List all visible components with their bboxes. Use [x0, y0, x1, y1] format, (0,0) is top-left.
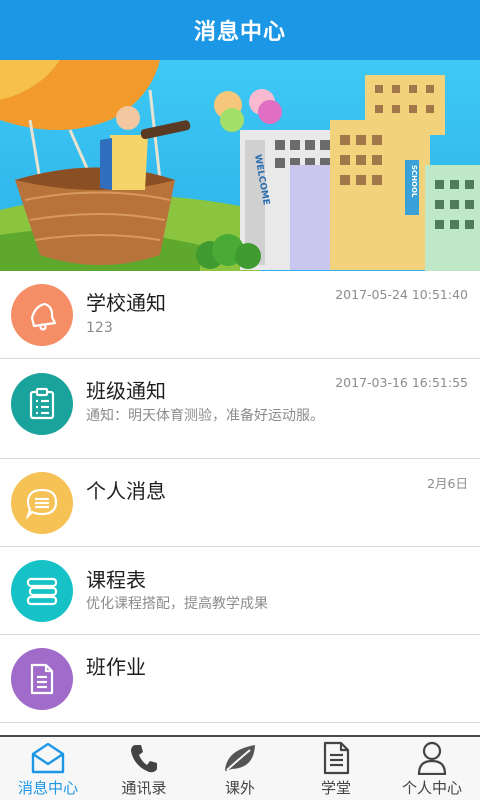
list-item-school-notice[interactable]: 学校通知 123 2017-05-24 10:51:40: [0, 271, 480, 359]
leaf-icon: [222, 741, 258, 775]
list-item-timetable[interactable]: 课程表 优化课程搭配，提高教学成果: [0, 547, 480, 635]
list-item-time: 2017-03-16 16:51:55: [335, 375, 468, 390]
school-sign: SCHOOL: [410, 165, 418, 198]
top-bar: 消息中心: [0, 0, 480, 60]
bell-icon: [11, 284, 73, 346]
bottom-tab-bar: 消息中心 通讯录 课外 学堂 个人中心: [0, 735, 480, 800]
list-item-title: 班作业: [86, 655, 146, 679]
list-item-personal-message[interactable]: 个人消息 2月6日: [0, 459, 480, 547]
list-item-subtitle: 通知：明天体育测验，准备好运动服。: [86, 408, 324, 424]
list-item-subtitle: 优化课程搭配，提高教学成果: [86, 596, 268, 612]
phone-icon: [126, 741, 162, 775]
tab-classroom[interactable]: 学堂: [288, 737, 384, 800]
tab-personal-center[interactable]: 个人中心: [384, 737, 480, 800]
tab-extracurricular[interactable]: 课外: [192, 737, 288, 800]
list-item-homework[interactable]: 班作业: [0, 635, 480, 723]
message-list: 学校通知 123 2017-05-24 10:51:40 班级通知 通知：明天体…: [0, 271, 480, 723]
list-item-title: 个人消息: [86, 479, 166, 503]
banner-image[interactable]: WELCOME SCHOOL: [0, 60, 480, 271]
document-icon: [11, 648, 73, 710]
person-icon: [414, 741, 450, 775]
document-icon: [318, 741, 354, 775]
envelope-icon: [30, 741, 66, 775]
list-item-time: 2017-05-24 10:51:40: [335, 287, 468, 302]
list-item-class-notice[interactable]: 班级通知 通知：明天体育测验，准备好运动服。 2017-03-16 16:51:…: [0, 359, 480, 459]
list-item-title: 学校通知: [86, 291, 166, 315]
books-icon: [11, 560, 73, 622]
clipboard-icon: [11, 373, 73, 435]
page-title: 消息中心: [193, 20, 286, 45]
tab-label: 课外: [224, 779, 255, 797]
tab-contacts[interactable]: 通讯录: [96, 737, 192, 800]
tab-label: 消息中心: [17, 779, 78, 797]
list-item-time: 2月6日: [427, 476, 468, 491]
list-item-title: 课程表: [86, 568, 146, 592]
list-item-subtitle: 123: [86, 320, 113, 336]
chat-bubble-icon: [11, 472, 73, 534]
tab-label: 通讯录: [121, 779, 167, 797]
tab-message-center[interactable]: 消息中心: [0, 737, 96, 800]
tab-label: 学堂: [320, 779, 351, 797]
tab-label: 个人中心: [401, 779, 462, 797]
list-item-title: 班级通知: [86, 379, 166, 403]
